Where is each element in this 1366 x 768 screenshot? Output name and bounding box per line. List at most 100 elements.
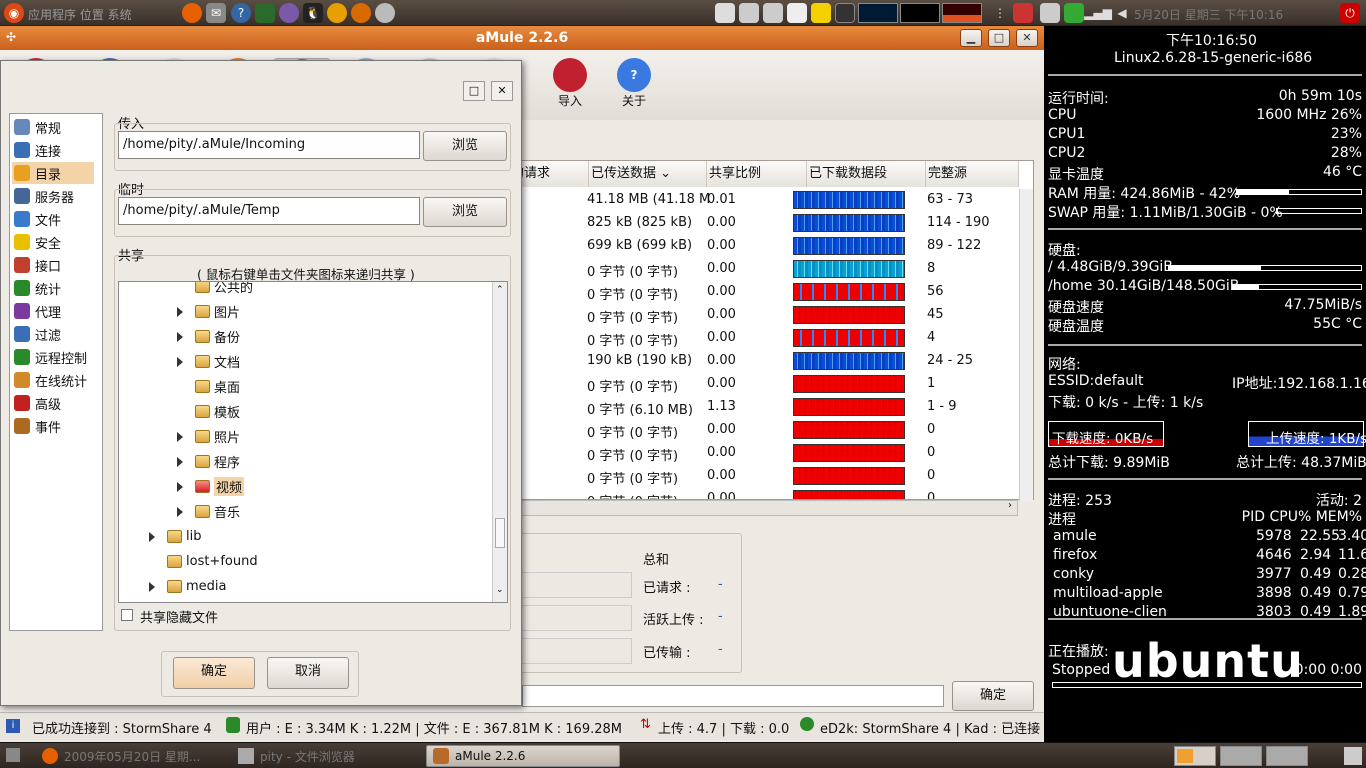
signal-icon[interactable]: ▂▄▆ [1084, 3, 1112, 23]
sidebar-item-advanced[interactable]: 高级 [12, 392, 94, 414]
tray-icon-2[interactable] [1013, 3, 1033, 23]
goose-icon[interactable] [351, 3, 371, 23]
horizontal-scrollbar[interactable] [506, 500, 1018, 516]
window-menu-icon[interactable]: ✣ [6, 30, 16, 44]
sidebar-item-connection[interactable]: 连接 [12, 139, 94, 161]
tree-scroll-thumb[interactable] [495, 518, 505, 548]
qq2-icon[interactable] [327, 3, 347, 23]
trash-icon[interactable] [1344, 747, 1362, 765]
qq-icon[interactable]: 🐧 [303, 3, 323, 23]
expander-icon[interactable] [177, 331, 183, 342]
sidebar-item-remote-control[interactable]: 远程控制 [12, 346, 94, 368]
mail-icon[interactable]: ✉ [206, 3, 226, 23]
tree-item[interactable]: 备份 [177, 324, 240, 349]
table-row[interactable]: 0 字节 (0 字节) 0.00 56 [507, 281, 1019, 304]
table-row[interactable]: 190 kB (190 kB) 0.00 24 - 25 [507, 350, 1019, 373]
sidebar-item-files[interactable]: 文件 [12, 208, 94, 230]
table-row[interactable]: 0 字节 (0 字节) 0.00 0 [507, 488, 1019, 499]
task-firefox[interactable]: 2009年05月20日 星期... [36, 745, 216, 767]
menu-apps[interactable]: 应用程序 位置 系统 [28, 6, 132, 23]
calculator-icon[interactable] [763, 3, 783, 23]
tree-item[interactable]: 视频 [177, 474, 245, 499]
scroll-right-icon[interactable]: › [1002, 500, 1018, 516]
panel-menu-icon[interactable]: ⋮ [990, 3, 1010, 23]
camera-icon[interactable] [739, 3, 759, 23]
panel-clock[interactable]: 5月20日 星期三 下午10:16 [1134, 6, 1283, 23]
toolbar-import-button[interactable]: 导入 [542, 58, 598, 114]
table-row[interactable]: 0 字节 (0 字节) 0.00 0 [507, 465, 1019, 488]
workspace-2[interactable] [1220, 746, 1262, 766]
tree-item[interactable]: 模板 [177, 399, 240, 424]
shutdown-icon[interactable]: ⏻ [1340, 3, 1360, 23]
expander-icon[interactable] [177, 456, 183, 467]
table-row[interactable]: 0 字节 (0 字节) 0.00 0 [507, 442, 1019, 465]
task-file-browser[interactable]: pity - 文件浏览器 [232, 745, 412, 767]
sidebar-item-online-stats[interactable]: 在线统计 [12, 369, 94, 391]
tray-icon-1[interactable] [715, 3, 735, 23]
notes-icon[interactable] [787, 3, 807, 23]
task-amule[interactable]: aMule 2.2.6 [426, 745, 620, 767]
expander-icon[interactable] [177, 356, 183, 367]
expander-icon[interactable] [149, 531, 155, 542]
col-transferred[interactable]: 已传送数据 ⌄ [589, 161, 707, 187]
dialog-maximize-button[interactable]: □ [463, 81, 485, 101]
close-button[interactable]: ✕ [1016, 29, 1038, 47]
sidebar-item-server[interactable]: 服务器 [12, 185, 94, 207]
pidgin-icon[interactable] [279, 3, 299, 23]
tree-item[interactable]: 桌面 [177, 374, 240, 399]
temp-path-input[interactable]: /home/pity/.aMule/Temp [118, 197, 420, 225]
tree-item[interactable]: 程序 [177, 449, 240, 474]
tree-item[interactable]: lost+found [149, 549, 258, 574]
expander-icon[interactable] [149, 581, 155, 592]
tree-item[interactable]: 照片 [177, 424, 240, 449]
network-icon[interactable] [1040, 3, 1060, 23]
main-ok-button[interactable]: 确定 [952, 681, 1034, 711]
expander-icon[interactable] [177, 481, 183, 492]
share-hidden-checkbox[interactable] [121, 609, 133, 621]
sidebar-item-security[interactable]: 安全 [12, 231, 94, 253]
tree-item[interactable]: 图片 [177, 299, 240, 324]
workspace-3[interactable] [1266, 746, 1308, 766]
table-row[interactable]: 699 kB (699 kB) 0.00 89 - 122 [507, 235, 1019, 258]
tree-item[interactable]: 公共的 [177, 282, 253, 299]
temp-browse-button[interactable]: 浏览 [423, 197, 507, 227]
terminal2-icon[interactable] [835, 3, 855, 23]
table-row[interactable]: 0 字节 (0 字节) 0.00 4 [507, 327, 1019, 350]
volume-icon[interactable]: ◀ [1112, 3, 1132, 23]
tree-scrollbar[interactable]: ⌃ ⌄ [492, 282, 507, 602]
tree-item[interactable]: 文档 [177, 349, 240, 374]
terminal-icon[interactable] [255, 3, 275, 23]
sidebar-item-general[interactable]: 常规 [12, 116, 94, 138]
table-row[interactable]: 41.18 MB (41.18 M 0.01 63 - 73 [507, 189, 1019, 212]
battery-icon[interactable] [1064, 3, 1084, 23]
table-row[interactable]: 0 字节 (0 字节) 0.00 8 [507, 258, 1019, 281]
tree-item[interactable]: 音乐 [177, 499, 240, 524]
expander-icon[interactable] [177, 506, 183, 517]
col-ratio[interactable]: 共享比例 [707, 161, 807, 187]
table-row[interactable]: 0 字节 (0 字节) 0.00 45 [507, 304, 1019, 327]
incoming-browse-button[interactable]: 浏览 [423, 131, 507, 161]
sidebar-item-events[interactable]: 事件 [12, 415, 94, 437]
workspace-switcher[interactable] [1174, 746, 1216, 766]
expander-icon[interactable] [177, 431, 183, 442]
sidebar-item-statistics[interactable]: 统计 [12, 277, 94, 299]
show-desktop-icon[interactable] [6, 748, 20, 762]
dialog-ok-button[interactable]: 确定 [173, 657, 255, 689]
command-input[interactable] [522, 685, 944, 707]
incoming-path-input[interactable]: /home/pity/.aMule/Incoming [118, 131, 420, 159]
table-row[interactable]: 825 kB (825 kB) 0.00 114 - 190 [507, 212, 1019, 235]
sidebar-item-proxy[interactable]: 代理 [12, 300, 94, 322]
record-icon[interactable] [375, 3, 395, 23]
sidebar-item-filter[interactable]: 过滤 [12, 323, 94, 345]
dialog-cancel-button[interactable]: 取消 [267, 657, 349, 689]
sidebar-item-directories[interactable]: 目录 [12, 162, 94, 184]
expander-icon[interactable] [177, 306, 183, 317]
maximize-button[interactable]: □ [988, 29, 1010, 47]
tree-item[interactable]: media [149, 574, 227, 599]
toolbar-about-button[interactable]: ? 关于 [606, 58, 662, 114]
sidebar-item-interface[interactable]: 接口 [12, 254, 94, 276]
table-row[interactable]: 0 字节 (0 字节) 0.00 0 [507, 419, 1019, 442]
firefox-icon[interactable] [182, 3, 202, 23]
col-parts[interactable]: 已下载数据段 [807, 161, 926, 187]
sticky-notes-icon[interactable] [811, 3, 831, 23]
